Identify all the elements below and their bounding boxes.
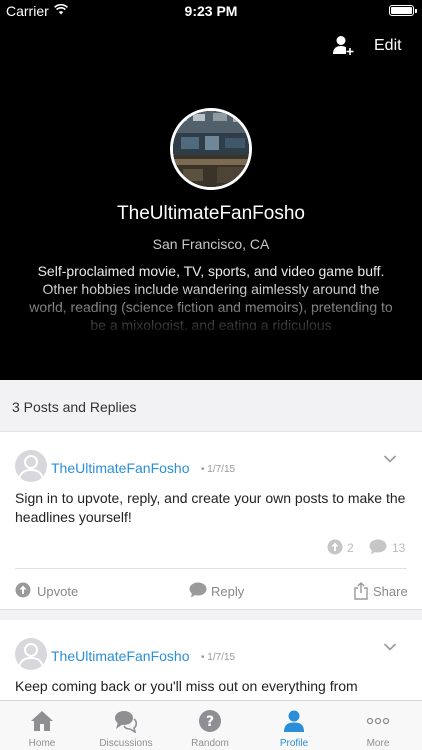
tab-home[interactable]: Home	[0, 701, 84, 750]
post-date: • 1/7/15	[201, 464, 236, 475]
reply-label: Reply	[211, 584, 245, 599]
svg-text:?: ?	[206, 714, 214, 730]
tab-profile-label: Profile	[279, 738, 309, 749]
default-avatar-icon	[18, 643, 44, 669]
tab-random[interactable]: ? Random	[168, 701, 252, 750]
posts-section-header: 3 Posts and Replies	[0, 380, 422, 432]
profile-avatar[interactable]	[170, 108, 252, 190]
chevron-down-icon[interactable]	[383, 642, 397, 652]
post-author[interactable]: TheUltimateFanFosho	[51, 460, 190, 476]
status-bar: Carrier 9:23 PM	[0, 0, 422, 22]
post-author[interactable]: TheUltimateFanFosho	[51, 648, 190, 664]
status-time: 9:23 PM	[184, 3, 238, 19]
tab-discussions-label: Discussions	[99, 738, 153, 749]
chevron-down-icon[interactable]	[383, 454, 397, 464]
home-icon	[31, 711, 53, 731]
profile-location: San Francisco, CA	[152, 236, 270, 252]
upvote-count: 2	[347, 541, 354, 555]
profile-bio: Self-proclaimed movie, TV, sports, and v…	[29, 263, 393, 330]
posts-count-label: 3 Posts and Replies	[12, 399, 137, 415]
post-body: Sign in to upvote, reply, and create you…	[15, 490, 406, 525]
tab-random-label: Random	[191, 738, 229, 749]
reply-icon	[189, 582, 207, 598]
tab-more[interactable]: More	[336, 701, 420, 750]
author-avatar[interactable]	[15, 450, 47, 482]
discussions-icon	[115, 711, 138, 733]
reply-count: 13	[392, 541, 406, 555]
upvote-label: Upvote	[37, 584, 79, 599]
add-user-icon[interactable]	[332, 34, 354, 56]
upvote-icon	[15, 582, 31, 598]
upvote-count-icon	[327, 539, 343, 555]
battery-icon	[389, 5, 417, 16]
post-stats: 2 13	[327, 537, 417, 557]
comment-count-icon	[369, 539, 387, 555]
tab-home-label: Home	[28, 738, 56, 749]
tab-discussions[interactable]: Discussions	[84, 701, 168, 750]
reply-button[interactable]: Reply	[189, 580, 259, 602]
avatar-photo	[173, 111, 249, 187]
default-avatar-icon	[18, 455, 44, 481]
author-avatar[interactable]	[15, 638, 47, 670]
share-label: Share	[373, 584, 408, 599]
random-icon: ?	[199, 710, 221, 732]
profile-icon	[284, 710, 304, 732]
post-card[interactable]: TheUltimateFanFosho • 1/7/15 Keep coming…	[0, 620, 422, 700]
profile-header: Carrier 9:23 PM Edit TheUltimateFanFosho…	[0, 0, 422, 380]
share-icon	[354, 582, 368, 600]
profile-username: TheUltimateFanFosho	[117, 203, 305, 224]
tab-more-label: More	[366, 738, 390, 749]
tab-profile[interactable]: Profile	[252, 701, 336, 750]
post-card[interactable]: TheUltimateFanFosho • 1/7/15 Sign in to …	[0, 432, 422, 610]
share-button[interactable]: Share	[353, 580, 413, 602]
edit-button[interactable]: Edit	[374, 37, 402, 55]
more-icon	[366, 717, 390, 725]
tab-bar: Home Discussions ? Random Profile More	[0, 700, 422, 750]
upvote-button[interactable]: Upvote	[15, 580, 95, 602]
post-body: Keep coming back or you'll miss out on e…	[15, 678, 358, 694]
divider	[15, 568, 407, 569]
battery-level	[391, 7, 412, 14]
post-date: • 1/7/15	[201, 652, 236, 663]
